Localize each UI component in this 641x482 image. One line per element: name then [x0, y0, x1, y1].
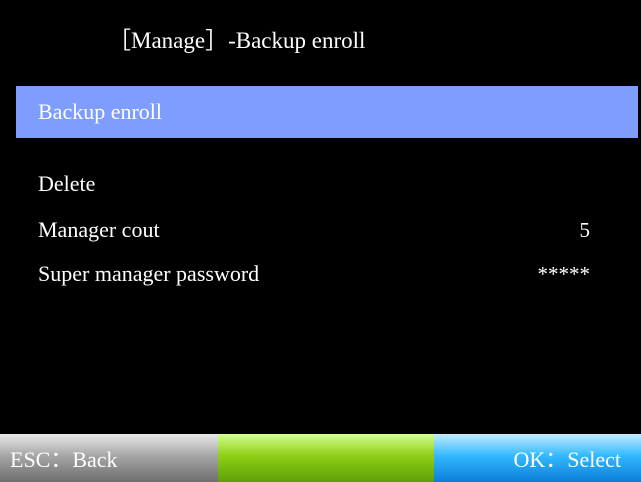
menu-item-label: Manager cout: [38, 217, 160, 242]
page-title: ［Manage］-Backup enroll: [108, 28, 366, 53]
middle-softkey[interactable]: [218, 434, 434, 482]
esc-back-button[interactable]: ESC：Back: [0, 434, 218, 482]
esc-back-label: ESC：Back: [10, 447, 118, 472]
menu-item-delete[interactable]: Delete: [16, 158, 638, 210]
ok-select-label: OK：Select: [513, 447, 621, 472]
manager-count-value: 5: [579, 218, 591, 242]
menu-item-label: Super manager password: [38, 261, 260, 286]
softkey-bar: ESC：Back OK：Select: [0, 434, 641, 482]
menu-item-backup-enroll[interactable]: Backup enroll: [16, 86, 638, 138]
password-value: *****: [537, 262, 591, 286]
device-screen: ［Manage］-Backup enroll Backup enroll Del…: [0, 0, 641, 482]
menu-item-label: Backup enroll: [38, 99, 163, 124]
menu-item-label: Delete: [38, 171, 96, 196]
menu-item-super-manager-password[interactable]: Super manager password *****: [16, 248, 638, 300]
ok-select-button[interactable]: OK：Select: [434, 434, 641, 482]
